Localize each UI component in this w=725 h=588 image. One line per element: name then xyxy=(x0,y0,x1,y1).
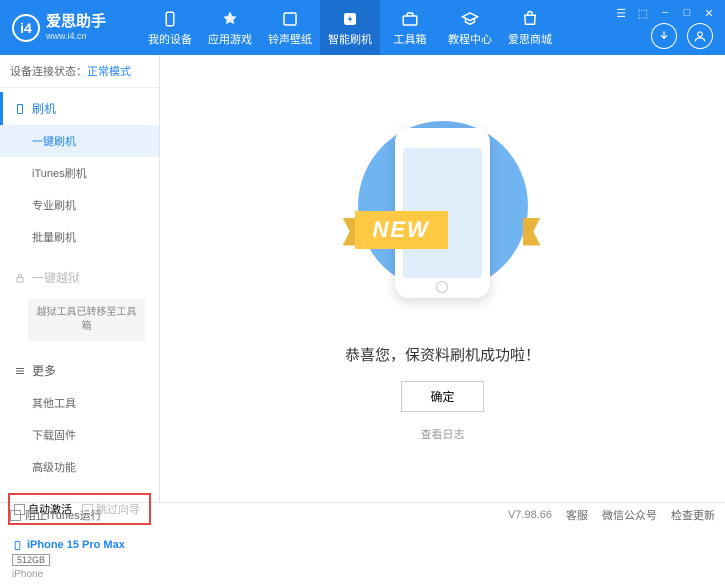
device-storage: 512GB xyxy=(12,554,50,566)
nav-toolbox[interactable]: 工具箱 xyxy=(380,0,440,55)
footer-wechat[interactable]: 微信公众号 xyxy=(602,507,657,523)
sidebar-item-oneclick-flash[interactable]: 一键刷机 xyxy=(0,125,159,157)
sidebar-item-advanced[interactable]: 高级功能 xyxy=(0,451,159,483)
nav-shop[interactable]: 爱思商城 xyxy=(500,0,560,55)
device-info: iPhone 15 Pro Max 512GB iPhone xyxy=(0,531,159,588)
phone-icon xyxy=(12,540,23,551)
sidebar-item-download-firmware[interactable]: 下载固件 xyxy=(0,419,159,451)
app-title: 爱思助手 xyxy=(46,14,106,31)
main-content: NEW 恭喜您，保资料刷机成功啦！ 确定 查看日志 xyxy=(160,55,725,502)
device-type: iPhone xyxy=(12,569,147,580)
more-icon xyxy=(14,365,26,377)
sidebar-item-batch-flash[interactable]: 批量刷机 xyxy=(0,221,159,253)
logo-area: i4 爱思助手 www.i4.cn xyxy=(0,14,140,42)
ok-button[interactable]: 确定 xyxy=(401,381,483,412)
success-message: 恭喜您，保资料刷机成功啦！ xyxy=(345,344,540,365)
success-illustration: NEW xyxy=(363,116,523,326)
download-button[interactable] xyxy=(651,23,677,49)
minimize-icon[interactable]: − xyxy=(657,6,673,20)
close-icon[interactable]: ✕ xyxy=(701,6,717,20)
new-ribbon: NEW xyxy=(355,211,448,249)
top-nav: 我的设备 应用游戏 铃声壁纸 智能刷机 工具箱 教程中心 爱思商城 xyxy=(140,0,560,55)
nav-apps[interactable]: 应用游戏 xyxy=(200,0,260,55)
nav-tutorial[interactable]: 教程中心 xyxy=(440,0,500,55)
sidebar-flash-header[interactable]: 刷机 xyxy=(0,92,159,125)
toolbox-icon xyxy=(400,9,420,29)
window-controls: ☰ ⬚ − □ ✕ xyxy=(613,6,717,20)
shop-icon xyxy=(520,9,540,29)
logo-icon: i4 xyxy=(12,14,40,42)
nav-media[interactable]: 铃声壁纸 xyxy=(260,0,320,55)
app-url: www.i4.cn xyxy=(46,31,106,41)
device-name: iPhone 15 Pro Max xyxy=(12,539,147,551)
sidebar-more-header[interactable]: 更多 xyxy=(0,354,159,387)
media-icon xyxy=(280,9,300,29)
block-itunes-checkbox[interactable]: 阻止iTunes运行 xyxy=(10,507,102,523)
version-label: V7.98.66 xyxy=(508,509,552,521)
footer-support[interactable]: 客服 xyxy=(566,507,588,523)
skin-icon[interactable]: ⬚ xyxy=(635,6,651,20)
sidebar-item-itunes-flash[interactable]: iTunes刷机 xyxy=(0,157,159,189)
sidebar-jailbreak-header: 一键越狱 xyxy=(0,261,159,294)
jailbreak-moved-note: 越狱工具已转移至工具箱 xyxy=(28,298,145,342)
sidebar-item-other-tools[interactable]: 其他工具 xyxy=(0,387,159,419)
flash-icon xyxy=(340,9,360,29)
nav-my-device[interactable]: 我的设备 xyxy=(140,0,200,55)
flash-section-icon xyxy=(14,103,26,115)
footer-check-update[interactable]: 检查更新 xyxy=(671,507,715,523)
lock-icon xyxy=(14,272,26,284)
sidebar-item-pro-flash[interactable]: 专业刷机 xyxy=(0,189,159,221)
user-button[interactable] xyxy=(687,23,713,49)
sidebar: 设备连接状态：正常模式 刷机 一键刷机 iTunes刷机 专业刷机 批量刷机 一… xyxy=(0,55,160,502)
maximize-icon[interactable]: □ xyxy=(679,6,695,20)
nav-flash[interactable]: 智能刷机 xyxy=(320,0,380,55)
view-log-link[interactable]: 查看日志 xyxy=(421,426,465,442)
device-icon xyxy=(160,9,180,29)
device-status: 设备连接状态：正常模式 xyxy=(0,55,159,88)
apps-icon xyxy=(220,9,240,29)
settings-icon[interactable]: ☰ xyxy=(613,6,629,20)
tutorial-icon xyxy=(460,9,480,29)
app-header: i4 爱思助手 www.i4.cn 我的设备 应用游戏 铃声壁纸 智能刷机 工具… xyxy=(0,0,725,55)
